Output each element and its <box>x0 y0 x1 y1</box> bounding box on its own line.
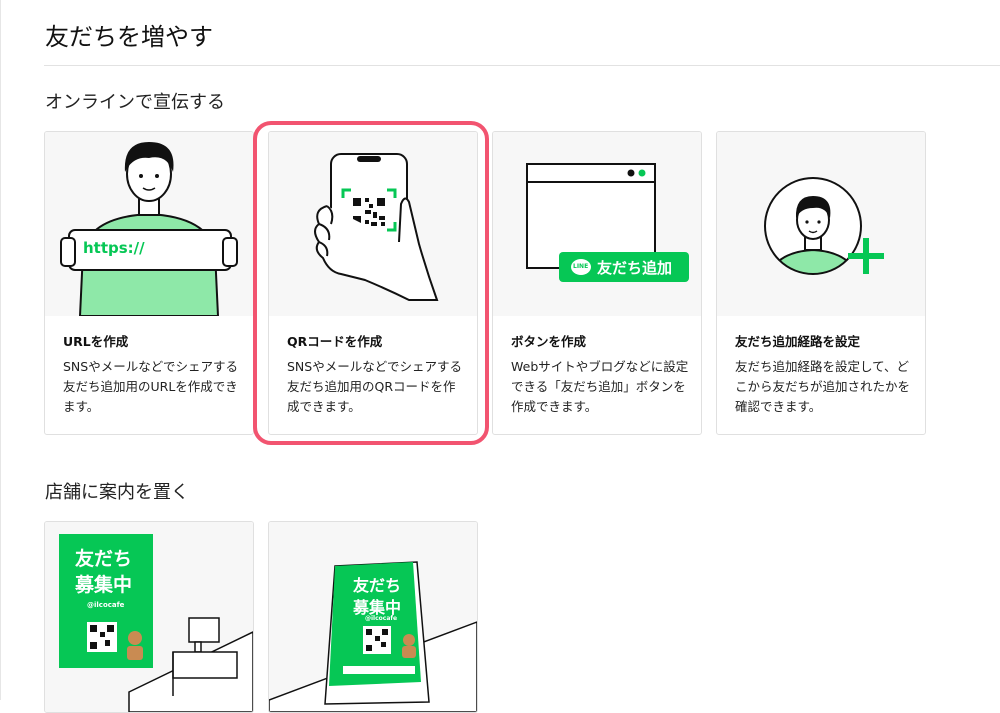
page-title: 友だちを増やす <box>45 23 213 51</box>
poster-1-handle: @ilcocafe <box>87 601 125 609</box>
url-sign-text: https:// <box>83 239 145 257</box>
store-poster-illustration: 友だち 募集中 @ilcocafe <box>45 522 253 712</box>
left-border <box>0 0 1 700</box>
poster-2-handle: @ilcocafe <box>365 615 398 622</box>
card-route[interactable]: 友だち追加経路を設定 友だち追加経路を設定して、どこから友だちが追加されたかを確… <box>716 131 926 435</box>
card-button-title: ボタンを作成 <box>511 334 587 349</box>
poster-1-line1: 友だち <box>75 548 133 570</box>
card-url-desc: SNSやメールなどでシェアする友だち追加用のURLを作成できます。 <box>63 359 238 414</box>
route-illustration <box>717 132 925 316</box>
card-route-desc: 友だち追加経路を設定して、どこから友だちが追加されたかを確認できます。 <box>735 359 911 414</box>
card-store-poster[interactable]: 友だち 募集中 @ilcocafe <box>44 521 254 713</box>
section-title-online: オンラインで宣伝する <box>45 92 225 113</box>
card-store-stand[interactable]: 友だち 募集中 @ilcocafe <box>268 521 478 713</box>
button-illustration: LINE 友だち追加 <box>493 132 701 316</box>
line-badge-text: LINE <box>573 263 589 270</box>
card-url[interactable]: https:// URLを作成 SNSやメールなどでシェアする友だち追加用のUR… <box>44 131 254 435</box>
card-button-desc: Webサイトやブログなどに設定できる「友だち追加」ボタンを作成できます。 <box>511 359 689 414</box>
title-divider <box>44 65 1000 66</box>
poster-1-line2: 募集中 <box>75 574 133 596</box>
store-stand-illustration: 友だち 募集中 @ilcocafe <box>269 522 477 712</box>
poster-2-line1: 友だち <box>353 576 402 595</box>
url-illustration: https:// <box>45 132 253 316</box>
section-title-store: 店舗に案内を置く <box>45 482 189 503</box>
qr-card-highlight <box>253 121 489 445</box>
card-button[interactable]: LINE 友だち追加 ボタンを作成 Webサイトやブログなどに設定できる「友だち… <box>492 131 702 435</box>
card-route-title: 友だち追加経路を設定 <box>735 334 861 349</box>
add-friend-button-text: 友だち追加 <box>597 259 673 277</box>
card-url-title: URLを作成 <box>63 334 129 349</box>
